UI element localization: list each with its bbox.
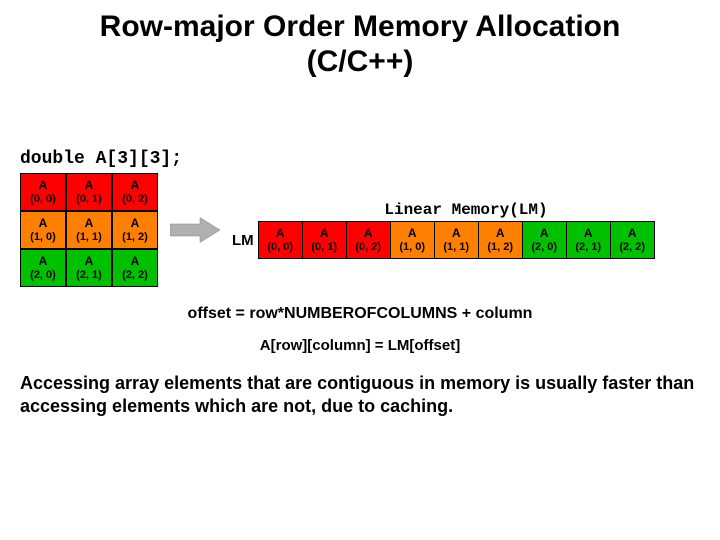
offset-formula: offset = row*NUMBEROFCOLUMNS + column [20, 305, 700, 323]
title-line-1: Row-major Order Memory Allocation [100, 10, 621, 43]
lm-cell: A(1, 1) [434, 221, 479, 259]
linear-memory-row: LM A(0, 0)A(0, 1)A(0, 2)A(1, 0)A(1, 1)A(… [232, 221, 700, 259]
index-formula: A[row][column] = LM[offset] [20, 337, 700, 354]
lm-cells: A(0, 0)A(0, 1)A(0, 2)A(1, 0)A(1, 1)A(1, … [258, 221, 655, 259]
array-declaration: double A[3][3]; [20, 149, 700, 169]
lm-cell: A(1, 0) [390, 221, 435, 259]
title-line-2: (C/C++) [307, 45, 414, 78]
caption-text: Accessing array elements that are contig… [20, 372, 700, 419]
lm-cell: A(0, 0) [258, 221, 303, 259]
lm-cell: A(2, 2) [610, 221, 655, 259]
matrix-cell: A(2, 2) [112, 249, 158, 287]
diagram-row: A(0, 0)A(0, 1)A(0, 2)A(1, 0)A(1, 1)A(1, … [20, 173, 700, 287]
arrow-icon [170, 215, 220, 245]
matrix-cell: A(1, 1) [66, 211, 112, 249]
matrix-cell: A(0, 0) [20, 173, 66, 211]
slide-title: Row-major Order Memory Allocation (C/C++… [20, 10, 700, 79]
linear-memory-block: Linear Memory(LM) LM A(0, 0)A(0, 1)A(0, … [232, 201, 700, 259]
matrix-2d: A(0, 0)A(0, 1)A(0, 2) A(1, 0)A(1, 1)A(1, … [20, 173, 158, 287]
matrix-cell: A(2, 0) [20, 249, 66, 287]
lm-cell: A(0, 2) [346, 221, 391, 259]
lm-label: LM [232, 232, 254, 249]
lm-cell: A(2, 1) [566, 221, 611, 259]
matrix-cell: A(0, 2) [112, 173, 158, 211]
matrix-cell: A(1, 0) [20, 211, 66, 249]
matrix-cell: A(0, 1) [66, 173, 112, 211]
lm-cell: A(2, 0) [522, 221, 567, 259]
linear-memory-title: Linear Memory(LM) [232, 201, 700, 219]
lm-cell: A(0, 1) [302, 221, 347, 259]
lm-cell: A(1, 2) [478, 221, 523, 259]
matrix-cell: A(2, 1) [66, 249, 112, 287]
matrix-cell: A(1, 2) [112, 211, 158, 249]
